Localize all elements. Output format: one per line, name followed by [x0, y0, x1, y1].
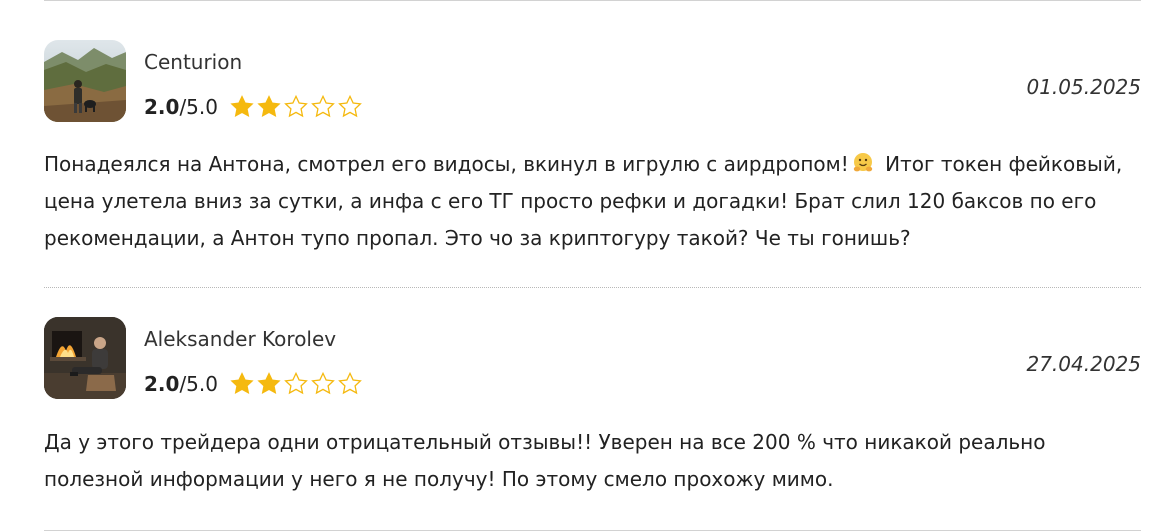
review-text: Да у этого трейдера одни отрицательный о… [44, 424, 1141, 498]
rating: 2.0/5.0 [144, 94, 363, 120]
star-empty-icon [311, 94, 335, 118]
author-name: Centurion [144, 50, 243, 74]
author-name: Aleksander Korolev [144, 327, 337, 351]
rating-scale: /5.0 [179, 372, 218, 396]
rating-score: 2.0 [144, 372, 180, 396]
review-text-part: Понадеялся на Антона, смотрел его видосы… [44, 152, 849, 176]
man-by-fireplace-photo-icon [44, 317, 126, 399]
star-empty-icon [284, 94, 308, 118]
star-filled-icon [230, 95, 254, 118]
hugging-face-emoji-icon [853, 153, 872, 172]
review-text: Понадеялся на Антона, смотрел его видосы… [44, 146, 1141, 257]
review-item: Aleksander Korolev 2.0/5.0 27.04.2025 Да… [44, 317, 1141, 517]
review-item: Centurion 2.0/5.0 01.05.2025 Понадеялся … [44, 40, 1141, 280]
star-empty-icon [338, 371, 362, 395]
star-rating [229, 94, 363, 120]
avatar[interactable] [44, 40, 126, 122]
star-empty-icon [284, 371, 308, 395]
star-rating [229, 371, 363, 397]
top-divider [44, 0, 1141, 1]
star-filled-icon [230, 372, 254, 395]
bottom-divider [44, 530, 1141, 531]
star-empty-icon [311, 371, 335, 395]
review-divider [44, 287, 1141, 288]
person-with-dog-mountains-photo-icon [44, 40, 126, 122]
rating: 2.0/5.0 [144, 371, 363, 397]
review-date: 27.04.2025 [1026, 352, 1141, 376]
star-filled-icon [257, 95, 281, 118]
rating-scale: /5.0 [179, 95, 218, 119]
avatar[interactable] [44, 317, 126, 399]
star-empty-icon [338, 94, 362, 118]
review-date: 01.05.2025 [1026, 75, 1141, 99]
star-filled-icon [257, 372, 281, 395]
review-text-part: Да у этого трейдера одни отрицательный о… [44, 430, 1046, 491]
rating-score: 2.0 [144, 95, 180, 119]
